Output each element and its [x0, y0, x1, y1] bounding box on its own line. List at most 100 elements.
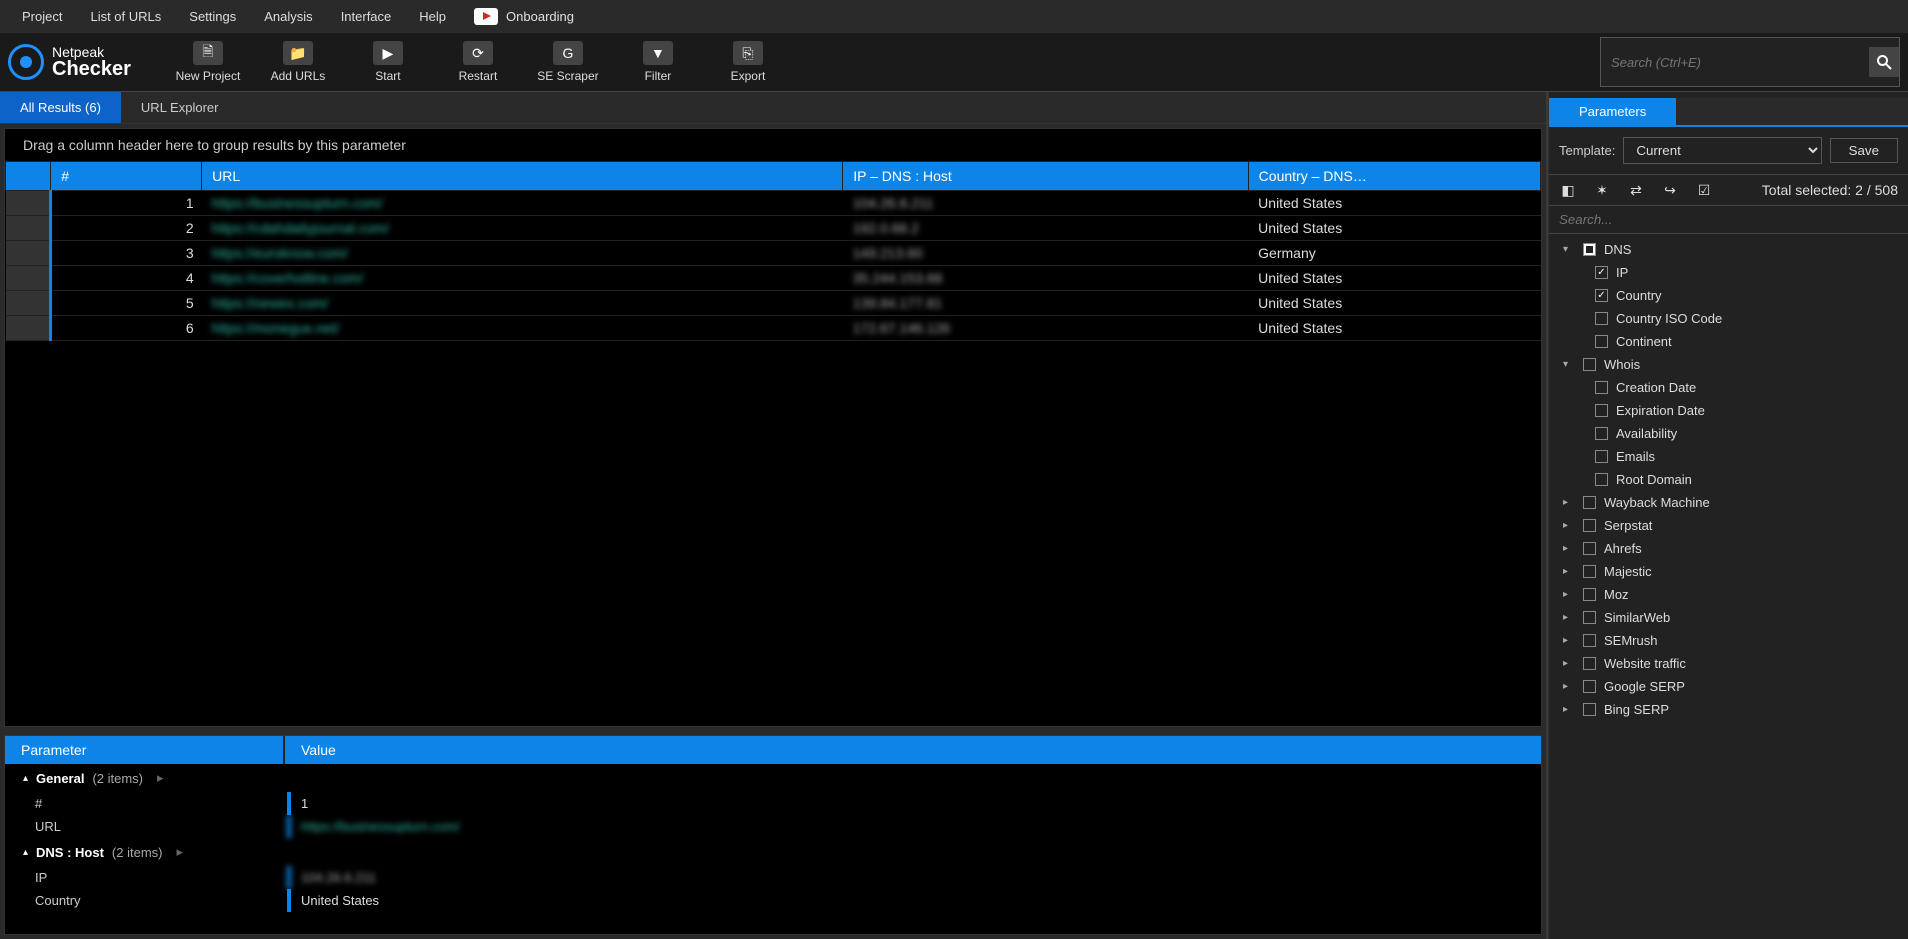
details-col-value[interactable]: Value: [285, 736, 1541, 764]
details-group[interactable]: ▴ DNS : Host (2 items) ▸: [5, 838, 1541, 866]
tree-group-semrush[interactable]: ▸SEMrush: [1549, 629, 1908, 652]
table-row[interactable]: 2https://cdahdailyjournal.com/192.0.66.2…: [6, 216, 1541, 241]
tree-group-similarweb[interactable]: ▸SimilarWeb: [1549, 606, 1908, 629]
checkbox[interactable]: [1583, 496, 1596, 509]
forward-icon[interactable]: ↪: [1661, 181, 1679, 199]
checkbox[interactable]: [1595, 335, 1608, 348]
start-button[interactable]: ▶Start: [349, 37, 427, 87]
template-select[interactable]: Current: [1623, 137, 1821, 164]
cell-url[interactable]: https://businessupturn.com/: [202, 191, 843, 216]
checkbox[interactable]: [1583, 657, 1596, 670]
details-group[interactable]: ▴ General (2 items) ▸: [5, 764, 1541, 792]
checkbox[interactable]: [1595, 473, 1608, 486]
tree-item-emails[interactable]: Emails: [1549, 445, 1908, 468]
app-logo: Netpeak Checker: [8, 37, 151, 87]
global-search[interactable]: [1600, 37, 1900, 87]
cell-num: 5: [51, 291, 202, 316]
search-button[interactable]: [1869, 47, 1899, 77]
details-row[interactable]: IP104.26.6.211: [5, 866, 1541, 889]
tree-group-bing-serp[interactable]: ▸Bing SERP: [1549, 698, 1908, 721]
cell-url[interactable]: https://newex.com/: [202, 291, 843, 316]
template-save-button[interactable]: Save: [1830, 138, 1898, 163]
tree-group-dns[interactable]: ▾DNS: [1549, 238, 1908, 261]
checkbox[interactable]: [1583, 243, 1596, 256]
tree-group-google-serp[interactable]: ▸Google SERP: [1549, 675, 1908, 698]
cell-url[interactable]: https://euroknow.com/: [202, 241, 843, 266]
details-row[interactable]: URLhttps://businessupturn.com/: [5, 815, 1541, 838]
tree-group-website-traffic[interactable]: ▸Website traffic: [1549, 652, 1908, 675]
tree-group-wayback-machine[interactable]: ▸Wayback Machine: [1549, 491, 1908, 514]
tree-group-whois[interactable]: ▾Whois: [1549, 353, 1908, 376]
menu-analysis[interactable]: Analysis: [250, 3, 326, 30]
collapse-icon[interactable]: ✶: [1593, 181, 1611, 199]
tree-group-moz[interactable]: ▸Moz: [1549, 583, 1908, 606]
search-input[interactable]: [1601, 49, 1869, 76]
onboarding-button[interactable]: Onboarding: [464, 8, 584, 25]
tree-group-ahrefs[interactable]: ▸Ahrefs: [1549, 537, 1908, 560]
checkbox[interactable]: [1583, 611, 1596, 624]
tree-item-expiration-date[interactable]: Expiration Date: [1549, 399, 1908, 422]
tree-item-availability[interactable]: Availability: [1549, 422, 1908, 445]
se-scraper-button[interactable]: GSE Scraper: [529, 37, 607, 87]
chevron-icon: ▸: [1563, 704, 1575, 715]
parameter-search-input[interactable]: [1549, 206, 1908, 234]
menu-interface[interactable]: Interface: [327, 3, 406, 30]
col-ip[interactable]: IP – DNS : Host: [843, 162, 1248, 191]
tree-item-continent[interactable]: Continent: [1549, 330, 1908, 353]
col-country[interactable]: Country – DNS…: [1248, 162, 1540, 191]
erase-icon[interactable]: ◧: [1559, 181, 1577, 199]
table-row[interactable]: 3https://euroknow.com/149.213.60Germany: [6, 241, 1541, 266]
cell-url[interactable]: https://monegue.net/: [202, 316, 843, 341]
checkbox[interactable]: [1583, 565, 1596, 578]
cell-url[interactable]: https://cdahdailyjournal.com/: [202, 216, 843, 241]
tree-item-creation-date[interactable]: Creation Date: [1549, 376, 1908, 399]
tree-item-root-domain[interactable]: Root Domain: [1549, 468, 1908, 491]
table-row[interactable]: 4https://coverhotline.com/35.244.153.68U…: [6, 266, 1541, 291]
menu-list-of-urls[interactable]: List of URLs: [76, 3, 175, 30]
sidebar-tab-parameters[interactable]: Parameters: [1549, 98, 1676, 125]
checkbox[interactable]: [1595, 289, 1608, 302]
menu-settings[interactable]: Settings: [175, 3, 250, 30]
tree-group-serpstat[interactable]: ▸Serpstat: [1549, 514, 1908, 537]
checkbox[interactable]: [1595, 266, 1608, 279]
checkbox[interactable]: [1595, 404, 1608, 417]
col-url[interactable]: URL: [202, 162, 843, 191]
checkbox[interactable]: [1595, 427, 1608, 440]
checkbox[interactable]: [1583, 588, 1596, 601]
swap-icon[interactable]: ⇄: [1627, 181, 1645, 199]
checkbox[interactable]: [1583, 519, 1596, 532]
new-project-button[interactable]: 🗎New Project: [169, 37, 247, 87]
details-col-parameter[interactable]: Parameter: [5, 736, 285, 764]
cell-url[interactable]: https://coverhotline.com/: [202, 266, 843, 291]
checkbox[interactable]: [1583, 680, 1596, 693]
table-row[interactable]: 5https://newex.com/139.84.177.81United S…: [6, 291, 1541, 316]
tree-item-ip[interactable]: IP: [1549, 261, 1908, 284]
checkbox[interactable]: [1583, 542, 1596, 555]
menu-help[interactable]: Help: [405, 3, 460, 30]
checkbox[interactable]: [1595, 450, 1608, 463]
checkbox[interactable]: [1595, 381, 1608, 394]
checkbox[interactable]: [1595, 312, 1608, 325]
check-all-icon[interactable]: ☑: [1695, 181, 1713, 199]
checkbox[interactable]: [1583, 703, 1596, 716]
filter-button[interactable]: ▼Filter: [619, 37, 697, 87]
chevron-icon: ▸: [1563, 589, 1575, 600]
cell-num: 6: [51, 316, 202, 341]
menu-project[interactable]: Project: [8, 3, 76, 30]
tab-url-explorer[interactable]: URL Explorer: [121, 92, 239, 123]
add-urls-button[interactable]: 📁Add URLs: [259, 37, 337, 87]
tree-item-country-iso-code[interactable]: Country ISO Code: [1549, 307, 1908, 330]
tree-item-country[interactable]: Country: [1549, 284, 1908, 307]
tab-all-results[interactable]: All Results (6): [0, 92, 121, 123]
col-num[interactable]: #: [51, 162, 202, 191]
export-button[interactable]: ⎘Export: [709, 37, 787, 87]
table-row[interactable]: 6https://monegue.net/172.67.146.126Unite…: [6, 316, 1541, 341]
table-row[interactable]: 1https://businessupturn.com/104.26.6.211…: [6, 191, 1541, 216]
tree-group-majestic[interactable]: ▸Majestic: [1549, 560, 1908, 583]
checkbox[interactable]: [1583, 358, 1596, 371]
restart-button[interactable]: ⟳Restart: [439, 37, 517, 87]
group-by-hint[interactable]: Drag a column header here to group resul…: [5, 129, 1541, 161]
details-row[interactable]: #1: [5, 792, 1541, 815]
details-row[interactable]: CountryUnited States: [5, 889, 1541, 912]
checkbox[interactable]: [1583, 634, 1596, 647]
